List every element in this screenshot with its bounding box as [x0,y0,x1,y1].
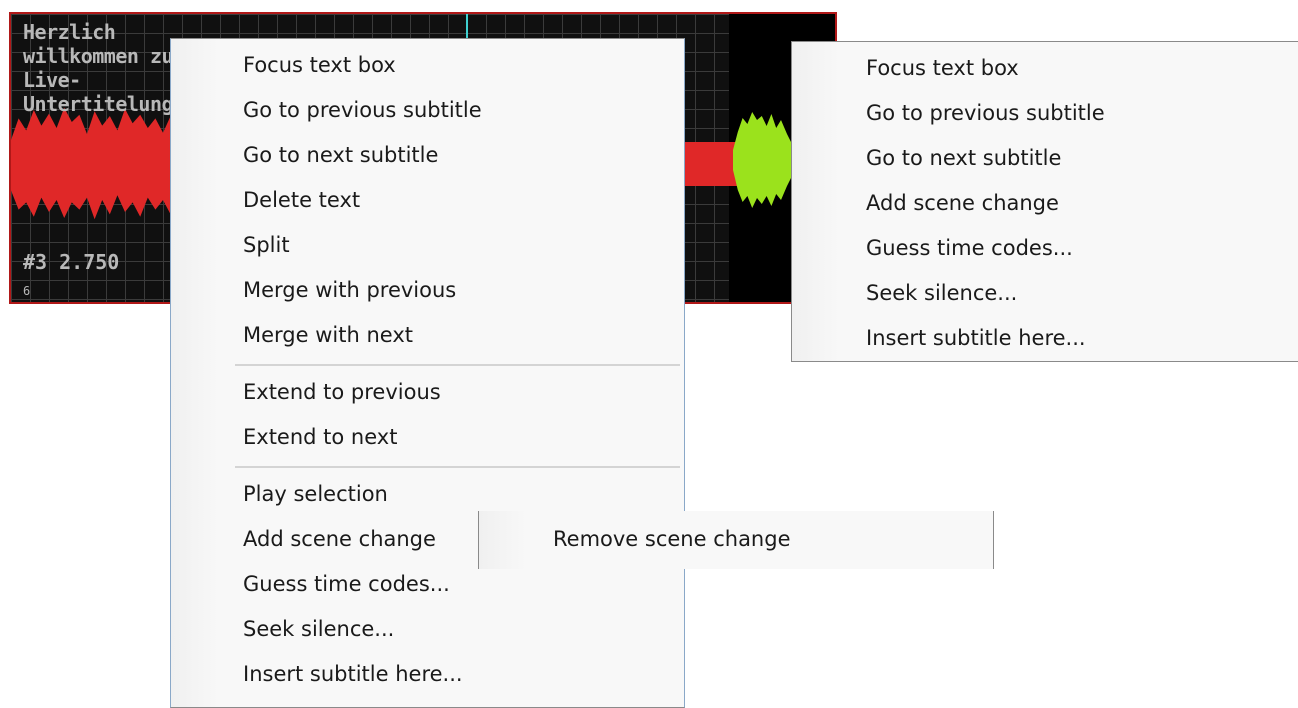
alternate-context-menu: Focus text box Go to previous subtitle G… [791,41,1298,362]
menu-item-focus-text-box[interactable]: Focus text box [171,43,684,88]
menu-item-go-to-previous-subtitle[interactable]: Go to previous subtitle [171,88,684,133]
menu-item-label: Extend to previous [243,380,441,404]
menu-separator [235,466,680,468]
menu-item-label: Remove scene change [553,527,791,551]
menu-item-label: Delete text [243,188,361,212]
menu-item-label: Play selection [243,482,388,506]
menu-item-label: Focus text box [243,53,396,77]
menu-item-merge-with-previous[interactable]: Merge with previous [171,268,684,313]
menu-item-go-to-next-subtitle[interactable]: Go to next subtitle [171,133,684,178]
menu-item-label: Add scene change [866,191,1059,215]
menu-item-label: Merge with next [243,323,413,347]
menu-item-label: Merge with previous [243,278,457,302]
menu-item-label: Focus text box [866,56,1019,80]
menu-item-guess-time-codes[interactable]: Guess time codes... [792,226,1298,271]
menu-item-label: Add scene change [243,527,436,551]
menu-item-label: Extend to next [243,425,398,449]
menu-item-label: Split [243,233,290,257]
menu-item-label: Go to previous subtitle [866,101,1105,125]
menu-item-label: Insert subtitle here... [866,326,1086,350]
menu-item-seek-silence[interactable]: Seek silence... [792,271,1298,316]
menu-item-split[interactable]: Split [171,223,684,268]
menu-item-label: Go to next subtitle [866,146,1062,170]
waveform-red-strip [683,142,739,186]
menu-item-label: Go to next subtitle [243,143,439,167]
menu-item-remove-scene-change[interactable]: Remove scene change [479,517,993,562]
menu-item-label: Guess time codes... [243,572,450,596]
subtitle-number-label: #3 2.750 [23,250,120,274]
menu-item-merge-with-next[interactable]: Merge with next [171,313,684,358]
menu-item-add-scene-change[interactable]: Add scene change [792,181,1298,226]
menu-item-label: Guess time codes... [866,236,1073,260]
waveform-context-menu: Focus text box Go to previous subtitle G… [170,38,685,708]
menu-item-seek-silence[interactable]: Seek silence... [171,607,684,652]
menu-item-delete-text[interactable]: Delete text [171,178,684,223]
menu-item-label: Seek silence... [866,281,1018,305]
menu-item-label: Seek silence... [243,617,395,641]
menu-item-extend-to-previous[interactable]: Extend to previous [171,370,684,415]
menu-item-insert-subtitle-here[interactable]: Insert subtitle here... [171,652,684,697]
menu-item-go-to-previous-subtitle[interactable]: Go to previous subtitle [792,91,1298,136]
menu-item-go-to-next-subtitle[interactable]: Go to next subtitle [792,136,1298,181]
menu-item-extend-to-next[interactable]: Extend to next [171,415,684,460]
time-tick-label: 6 [23,284,31,298]
menu-item-label: Go to previous subtitle [243,98,482,122]
scene-change-submenu: Remove scene change [478,511,994,569]
menu-separator [235,364,680,366]
menu-item-focus-text-box[interactable]: Focus text box [792,46,1298,91]
menu-item-insert-subtitle-here[interactable]: Insert subtitle here... [792,316,1298,361]
menu-item-label: Insert subtitle here... [243,662,463,686]
